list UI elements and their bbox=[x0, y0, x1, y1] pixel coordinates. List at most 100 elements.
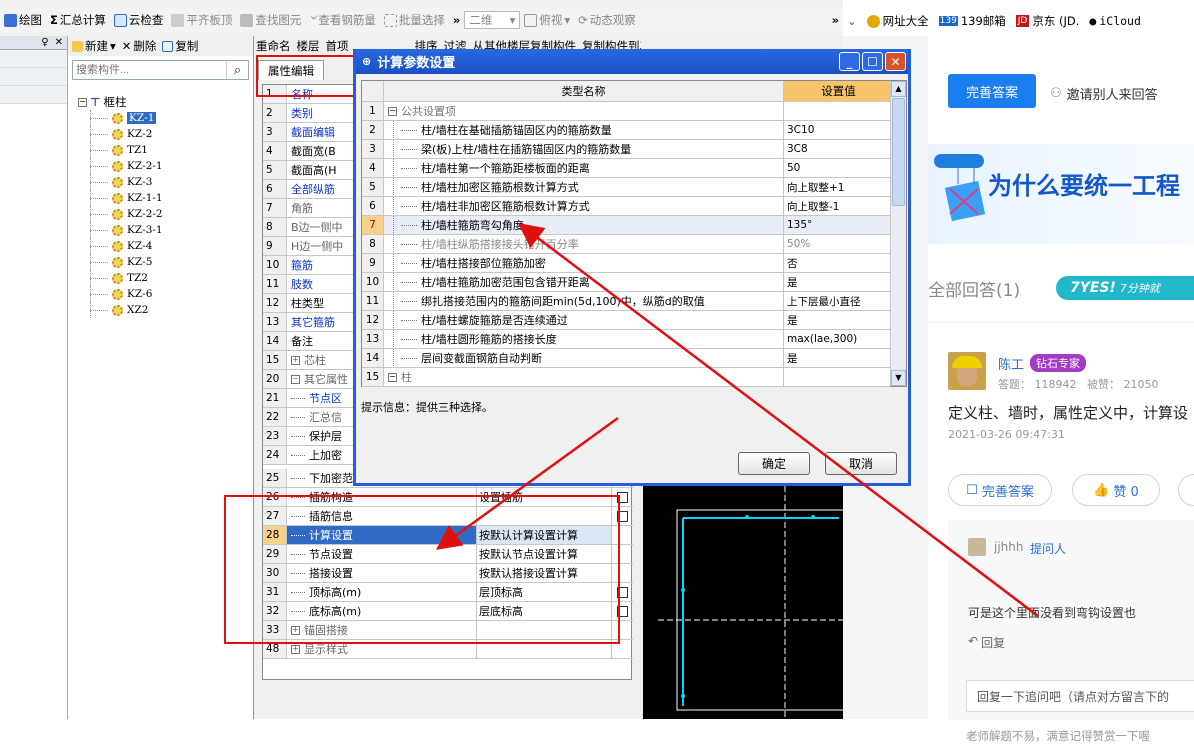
flat-slab-button[interactable]: 平齐板顶 bbox=[167, 9, 236, 31]
expand-icon[interactable]: − bbox=[291, 374, 300, 384]
param-value[interactable]: 否 bbox=[784, 254, 890, 272]
cancel-button[interactable]: 取消 bbox=[825, 452, 897, 475]
search-icon[interactable]: ⌕ bbox=[226, 61, 248, 79]
param-group-row[interactable]: 15− 柱 bbox=[362, 368, 890, 387]
view-angle-select[interactable]: 俯视 ▾ bbox=[520, 9, 574, 31]
toolbar-more-2[interactable]: » bbox=[828, 9, 843, 31]
scroll-thumb[interactable] bbox=[892, 98, 905, 206]
param-value[interactable]: 是 bbox=[784, 311, 890, 329]
tree-node[interactable]: XZ2 bbox=[78, 302, 248, 318]
improve-answer-button[interactable]: ☐ 完善答案 bbox=[948, 474, 1052, 506]
tree-root[interactable]: − ⊤ 框柱 bbox=[78, 94, 248, 110]
param-row[interactable]: 14 层间变截面钢筋自动判断是 bbox=[362, 349, 890, 368]
tree-node[interactable]: KZ-2-1 bbox=[78, 158, 248, 174]
close-icon[interactable]: ✕ bbox=[55, 37, 63, 48]
scroll-down-icon[interactable]: ▼ bbox=[891, 370, 906, 386]
bookmark-139[interactable]: 139 139邮箱 bbox=[938, 13, 1006, 29]
param-row[interactable]: 7 柱/墙柱箍筋弯勾角度 135° bbox=[362, 216, 890, 235]
like-button[interactable]: 👍 赞 0 bbox=[1072, 474, 1160, 506]
param-value[interactable]: 135° bbox=[784, 216, 890, 234]
expand-icon[interactable]: + bbox=[291, 355, 300, 365]
tree-node[interactable]: KZ-2 bbox=[78, 126, 248, 142]
summary-calc-button[interactable]: Σ 汇总计算 bbox=[46, 9, 110, 31]
param-value[interactable]: 3C10 bbox=[784, 121, 890, 139]
param-value[interactable]: 向上取整-1 bbox=[784, 197, 890, 215]
bookmark-jd[interactable]: JD 京东 (JD. bbox=[1015, 13, 1079, 29]
pin-icon[interactable]: ♀ bbox=[41, 37, 48, 48]
param-value[interactable]: 50% bbox=[784, 235, 890, 253]
tree-node[interactable]: KZ-1-1 bbox=[78, 190, 248, 206]
search-input[interactable] bbox=[73, 64, 226, 76]
bookmark-wangzhi[interactable]: 网址大全 bbox=[866, 13, 929, 29]
collapse-icon[interactable]: − bbox=[388, 106, 397, 116]
delete-button[interactable]: 删除 bbox=[133, 38, 156, 54]
param-row[interactable]: 13 柱/墙柱圆形箍筋的搭接长度 max(lae,300) bbox=[362, 330, 890, 349]
param-value[interactable] bbox=[784, 368, 890, 386]
cloud-check-button[interactable]: 云检查 bbox=[110, 9, 168, 31]
param-value[interactable]: 是 bbox=[784, 273, 890, 291]
copy-button[interactable]: 复制 bbox=[175, 38, 198, 54]
improve-answer-top-button[interactable]: 完善答案 bbox=[948, 74, 1036, 108]
param-value[interactable] bbox=[784, 102, 890, 120]
floor-button[interactable]: 楼层 bbox=[297, 38, 320, 54]
params-scrollbar[interactable]: ▲ ▼ bbox=[890, 81, 906, 386]
tree-node[interactable]: TZ1 bbox=[78, 142, 248, 158]
close-icon[interactable]: ✕ bbox=[885, 52, 906, 71]
param-row[interactable]: 6 柱/墙柱非加密区箍筋根数计算方式 向上取整-1 bbox=[362, 197, 890, 216]
find-element-button[interactable]: 查找图元 bbox=[236, 9, 305, 31]
param-value[interactable]: 上下层最小直径 bbox=[784, 292, 890, 310]
toolbar-more-1[interactable]: » bbox=[449, 9, 464, 31]
maximize-icon[interactable]: ☐ bbox=[862, 52, 883, 71]
dynamic-view-button[interactable]: ⟳ 动态观察 bbox=[574, 9, 640, 31]
param-value[interactable]: 3C8 bbox=[784, 140, 890, 158]
reply-input[interactable]: 回复一下追问吧（请点对方留言下的 bbox=[966, 680, 1194, 712]
drawing-canvas[interactable] bbox=[643, 486, 843, 719]
bookmark-icloud[interactable]: ● iCloud bbox=[1089, 14, 1140, 28]
param-row[interactable]: 11 绑扎搭接范围内的箍筋间距min(5d,100)中，纵筋d的取值 上下层最小直径 bbox=[362, 292, 890, 311]
tree-node[interactable]: KZ-5 bbox=[78, 254, 248, 270]
param-value[interactable]: max(lae,300) bbox=[784, 330, 890, 348]
scroll-up-icon[interactable]: ▲ bbox=[891, 81, 906, 97]
param-value[interactable]: 向上取整+1 bbox=[784, 178, 890, 196]
new-button[interactable]: 新建 bbox=[85, 38, 108, 54]
commenter-name[interactable]: jjhhh bbox=[994, 540, 1023, 554]
param-value[interactable]: 是 bbox=[784, 349, 890, 367]
tree-node[interactable]: KZ-6 bbox=[78, 286, 248, 302]
reply-link[interactable]: ↶ 回复 bbox=[968, 634, 1005, 651]
param-row[interactable]: 4 柱/墙柱第一个箍筋距楼板面的距离 50 bbox=[362, 159, 890, 178]
collapse-icon[interactable]: − bbox=[388, 372, 397, 382]
invite-answer-link[interactable]: ⚇ 邀请别人来回答 bbox=[1050, 84, 1158, 103]
minimize-icon[interactable]: _ bbox=[839, 52, 860, 71]
row-number: 15 bbox=[263, 351, 287, 369]
tree-node[interactable]: KZ-3 bbox=[78, 174, 248, 190]
param-group-row[interactable]: 1− 公共设置项 bbox=[362, 102, 890, 121]
tree-node[interactable]: KZ-2-2 bbox=[78, 206, 248, 222]
draw-button[interactable]: 绘图 bbox=[0, 9, 46, 31]
tree-node[interactable]: KZ-1 bbox=[78, 110, 248, 126]
param-row[interactable]: 12 柱/墙柱螺旋箍筋是否连续通过是 bbox=[362, 311, 890, 330]
first-item-button[interactable]: 首项 bbox=[326, 38, 349, 54]
answerer-name[interactable]: 陈工 bbox=[998, 354, 1024, 373]
batch-select-button[interactable]: 批量选择 bbox=[380, 9, 449, 31]
collapse-icon[interactable]: − bbox=[78, 97, 87, 107]
tree-node[interactable]: TZ2 bbox=[78, 270, 248, 286]
param-row[interactable]: 3 梁(板)上柱/墙柱在插筋锚固区内的箍筋数量 3C8 bbox=[362, 140, 890, 159]
param-row[interactable]: 8 柱/墙柱纵筋搭接接头错开百分率 50% bbox=[362, 235, 890, 254]
param-value[interactable]: 50 bbox=[784, 159, 890, 177]
ok-button[interactable]: 确定 bbox=[738, 452, 810, 475]
param-row[interactable]: 10 柱/墙柱箍筋加密范围包含错开距离是 bbox=[362, 273, 890, 292]
param-row[interactable]: 2 柱/墙柱在基础插筋锚固区内的箍筋数量 3C10 bbox=[362, 121, 890, 140]
param-row[interactable]: 9 柱/墙柱搭接部位箍筋加密否 bbox=[362, 254, 890, 273]
tree-node[interactable]: KZ-3-1 bbox=[78, 222, 248, 238]
view-mode-select[interactable]: 二维 ▾ bbox=[464, 11, 521, 29]
expand-icon[interactable]: + bbox=[291, 644, 300, 654]
avatar[interactable] bbox=[948, 352, 986, 390]
rename-button[interactable]: 重命名 bbox=[256, 38, 291, 54]
promo-banner[interactable]: 为什么要统一工程 bbox=[928, 144, 1194, 244]
dialog-titlebar[interactable]: ⊕ 计算参数设置 _ ☐ ✕ bbox=[356, 49, 908, 74]
commenter-avatar[interactable] bbox=[968, 538, 986, 556]
edit-icon: ☐ bbox=[966, 482, 978, 498]
tree-node[interactable]: KZ-4 bbox=[78, 238, 248, 254]
view-rebar-button[interactable]: ৺ 查看钢筋量 bbox=[305, 9, 380, 31]
param-row[interactable]: 5 柱/墙柱加密区箍筋根数计算方式 向上取整+1 bbox=[362, 178, 890, 197]
